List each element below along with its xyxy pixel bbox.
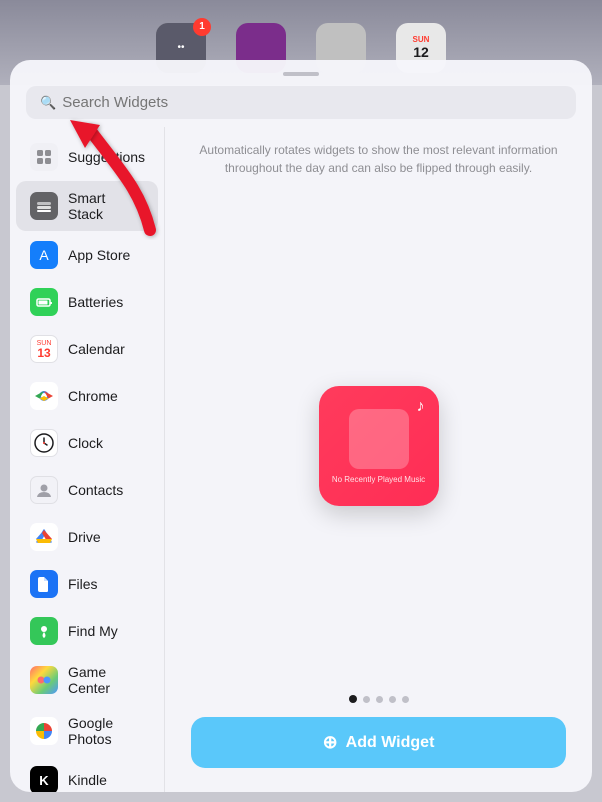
files-icon — [30, 570, 58, 598]
panel-body: Suggestions Smart Stack A — [10, 127, 592, 792]
add-widget-plus-icon: ⊕ — [323, 732, 338, 753]
panel-header: 🔍 — [10, 60, 592, 127]
gphotos-label: Google Photos — [68, 715, 144, 747]
clock-label: Clock — [68, 435, 103, 451]
findmy-icon — [30, 617, 58, 645]
appstore-label: App Store — [68, 247, 130, 263]
batteries-icon — [30, 288, 58, 316]
sidebar-item-files[interactable]: Files — [16, 561, 158, 607]
search-input[interactable] — [62, 94, 562, 111]
svg-text:K: K — [39, 773, 49, 788]
appstore-icon: A — [30, 241, 58, 269]
smartstack-icon — [30, 192, 58, 220]
widget-no-music-text: No Recently Played Music — [324, 475, 433, 484]
widget-preview-area: ♪ No Recently Played Music — [181, 197, 576, 695]
dot-1 — [349, 695, 357, 703]
clock-icon — [30, 429, 58, 457]
dot-5 — [402, 696, 409, 703]
music-note-icon: ♪ — [417, 398, 425, 416]
batteries-label: Batteries — [68, 294, 123, 310]
svg-text:A: A — [39, 247, 49, 263]
sidebar-item-clock[interactable]: Clock — [16, 420, 158, 466]
sidebar-item-suggestions[interactable]: Suggestions — [16, 134, 158, 180]
calendar-label: Calendar — [68, 341, 125, 357]
sidebar-item-calendar[interactable]: SUN 13 Calendar — [16, 326, 158, 372]
drag-handle — [283, 72, 319, 76]
gphotos-icon — [30, 717, 58, 745]
sidebar: Suggestions Smart Stack A — [10, 127, 165, 792]
widget-panel: 🔍 Suggestions — [10, 60, 592, 792]
gamecenter-icon — [30, 666, 58, 694]
search-icon: 🔍 — [40, 95, 56, 111]
kindle-icon: K — [30, 766, 58, 792]
sidebar-item-chrome[interactable]: Chrome — [16, 373, 158, 419]
add-widget-button[interactable]: ⊕ Add Widget — [191, 717, 566, 768]
drive-label: Drive — [68, 529, 101, 545]
description-text: Automatically rotates widgets to show th… — [181, 141, 576, 177]
dot-2 — [363, 696, 370, 703]
sidebar-item-batteries[interactable]: Batteries — [16, 279, 158, 325]
sidebar-item-contacts[interactable]: Contacts — [16, 467, 158, 513]
suggestions-icon — [30, 143, 58, 171]
sidebar-item-smartstack[interactable]: Smart Stack — [16, 181, 158, 231]
chrome-label: Chrome — [68, 388, 118, 404]
dot-3 — [376, 696, 383, 703]
kindle-label: Kindle — [68, 772, 107, 788]
contacts-label: Contacts — [68, 482, 123, 498]
smartstack-label: Smart Stack — [68, 190, 144, 222]
dot-4 — [389, 696, 396, 703]
sidebar-item-kindle[interactable]: K Kindle — [16, 757, 158, 792]
sidebar-item-findmy[interactable]: Find My — [16, 608, 158, 654]
widget-preview: ♪ No Recently Played Music — [319, 386, 439, 506]
add-widget-label: Add Widget — [346, 734, 435, 752]
sidebar-item-gphotos[interactable]: Google Photos — [16, 706, 158, 756]
findmy-label: Find My — [68, 623, 118, 639]
files-label: Files — [68, 576, 98, 592]
chrome-icon — [30, 382, 58, 410]
gamecenter-label: Game Center — [68, 664, 144, 696]
sidebar-item-drive[interactable]: Drive — [16, 514, 158, 560]
main-content: Automatically rotates widgets to show th… — [165, 127, 592, 792]
badge-1: 1 — [193, 18, 211, 36]
suggestions-label: Suggestions — [68, 149, 145, 165]
search-bar[interactable]: 🔍 — [26, 86, 576, 119]
calendar-icon: SUN 13 — [30, 335, 58, 363]
sidebar-item-appstore[interactable]: A App Store — [16, 232, 158, 278]
pagination-dots — [349, 695, 409, 703]
widget-inner-box — [349, 409, 409, 469]
contacts-icon — [30, 476, 58, 504]
sidebar-item-gamecenter[interactable]: Game Center — [16, 655, 158, 705]
drive-icon — [30, 523, 58, 551]
